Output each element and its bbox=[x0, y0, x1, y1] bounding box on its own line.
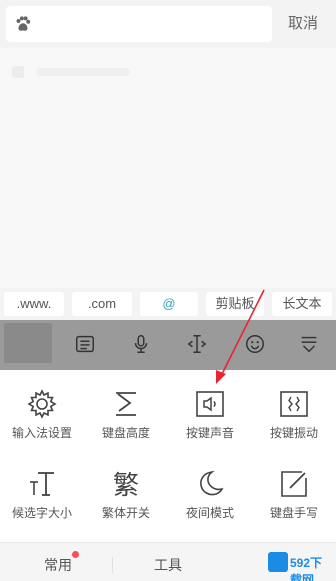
candidate-size-icon bbox=[30, 472, 54, 496]
tool-keyboard-height[interactable]: 键盘高度 bbox=[84, 370, 168, 450]
tool-label: 输入法设置 bbox=[11, 426, 72, 440]
search-input[interactable] bbox=[40, 6, 264, 44]
chip-long-text[interactable]: 长文本 bbox=[272, 292, 332, 316]
notification-badge bbox=[72, 551, 79, 558]
tool-label: 候选字大小 bbox=[11, 506, 72, 520]
screen: 取消 .www. .com @ 剪贴板 长文本 输入法设置 键盘高度 按键声音 … bbox=[0, 0, 336, 581]
blurred-suggestion bbox=[36, 68, 130, 76]
tool-input-settings[interactable]: 输入法设置 bbox=[0, 370, 84, 450]
chip-www[interactable]: .www. bbox=[4, 292, 64, 316]
tool-candidate-size[interactable]: 候选字大小 bbox=[0, 450, 84, 530]
keyboard-toolbar bbox=[0, 320, 336, 370]
tool-key-sound[interactable]: 按键声音 bbox=[168, 370, 252, 450]
tool-label: 键盘高度 bbox=[101, 426, 150, 440]
tool-label: 繁体开关 bbox=[101, 506, 150, 520]
cursor-icon[interactable] bbox=[186, 333, 208, 355]
chip-clipboard[interactable]: 剪贴板 bbox=[206, 292, 264, 316]
vibrate-icon bbox=[280, 391, 308, 417]
moon-icon bbox=[200, 470, 224, 496]
microphone-icon[interactable] bbox=[130, 333, 152, 355]
watermark-icon bbox=[268, 552, 288, 572]
traditional-icon: 繁 bbox=[113, 471, 139, 500]
sound-icon bbox=[196, 391, 224, 417]
paw-icon bbox=[16, 16, 31, 31]
tab-common[interactable]: 常用 bbox=[44, 555, 72, 575]
tools-panel: 输入法设置 键盘高度 按键声音 按键振动 候选字大小 繁 繁体开关 夜间模式 键… bbox=[0, 370, 336, 548]
watermark-text: 592下载网 bbox=[290, 556, 323, 581]
handwriting-icon bbox=[281, 471, 307, 497]
tool-handwriting[interactable]: 键盘手写 bbox=[252, 450, 336, 530]
tool-label: 夜间模式 bbox=[185, 506, 234, 520]
suggestion-area bbox=[0, 48, 336, 288]
tool-night-mode[interactable]: 夜间模式 bbox=[168, 450, 252, 530]
tool-label: 键盘手写 bbox=[269, 506, 318, 520]
quick-chips: .www. .com @ 剪贴板 长文本 bbox=[0, 288, 336, 320]
gear-icon bbox=[27, 389, 57, 419]
tool-key-vibrate[interactable]: 按键振动 bbox=[252, 370, 336, 450]
cancel-button[interactable]: 取消 bbox=[288, 12, 318, 33]
chip-com[interactable]: .com bbox=[72, 292, 132, 316]
svg-text:繁: 繁 bbox=[113, 471, 139, 500]
blurred-icon bbox=[12, 66, 24, 78]
tool-traditional[interactable]: 繁 繁体开关 bbox=[84, 450, 168, 530]
collapse-icon[interactable] bbox=[298, 333, 320, 355]
clipboard-icon[interactable] bbox=[74, 333, 96, 355]
search-bar: 取消 bbox=[0, 0, 336, 48]
keyboard-height-icon bbox=[116, 392, 136, 416]
tool-label: 按键振动 bbox=[269, 426, 318, 440]
tab-tools[interactable]: 工具 bbox=[154, 555, 182, 575]
tool-label: 按键声音 bbox=[185, 426, 234, 440]
search-field[interactable] bbox=[6, 6, 272, 44]
watermark-logo: 592下载网 bbox=[268, 552, 332, 581]
keyboard-switch-button[interactable] bbox=[4, 323, 52, 363]
chip-at[interactable]: @ bbox=[140, 292, 198, 316]
emoji-icon[interactable] bbox=[244, 333, 266, 355]
tab-divider bbox=[112, 557, 113, 573]
